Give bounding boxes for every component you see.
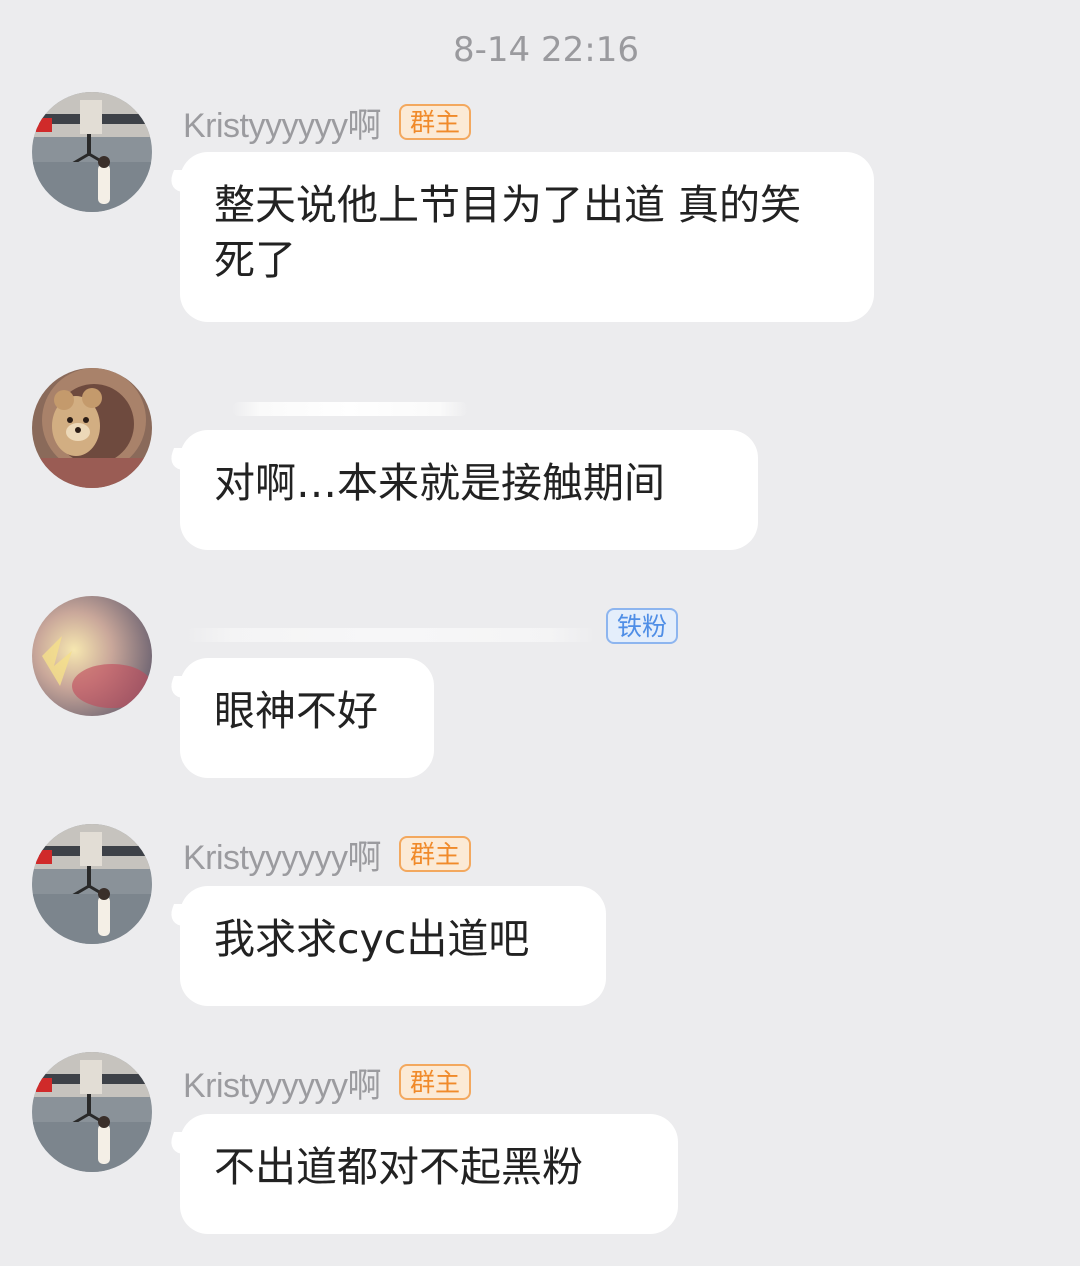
fan-badge: 铁粉 [606, 608, 679, 644]
sender-name[interactable]: Kristyyyyyy啊 [183, 830, 382, 879]
avatar-bear[interactable] [32, 368, 152, 488]
group-owner-badge: 群主 [399, 104, 472, 140]
message-bubble[interactable]: 对啊…本来就是接触期间 [180, 430, 758, 550]
hidden-sender-name [186, 628, 596, 642]
avatar-image [32, 596, 152, 716]
avatar-image [32, 368, 152, 488]
group-owner-badge: 群主 [399, 836, 472, 872]
sender-name[interactable]: Kristyyyyyy啊 [183, 98, 382, 147]
chat-window: 8-14 22:16 Kristyyyyyy啊 群主 整天说他上节目为了出道 真… [0, 0, 1080, 1266]
avatar-image [32, 824, 152, 944]
message-bubble[interactable]: 眼神不好 [180, 658, 434, 778]
message-bubble[interactable]: 整天说他上节目为了出道 真的笑死了 [180, 152, 874, 322]
avatar-kristy[interactable] [32, 824, 152, 944]
avatar-image [32, 1052, 152, 1172]
avatar-image [32, 92, 152, 212]
avatar-kristy[interactable] [32, 1052, 152, 1172]
avatar-blurred[interactable] [32, 596, 152, 716]
sender-name[interactable]: Kristyyyyyy啊 [183, 1058, 382, 1107]
message-bubble[interactable]: 我求求cyc出道吧 [180, 886, 606, 1006]
avatar-kristy[interactable] [32, 92, 152, 212]
group-owner-badge: 群主 [399, 1064, 472, 1100]
message-bubble[interactable]: 不出道都对不起黑粉 [180, 1114, 678, 1234]
hidden-sender-name [232, 402, 468, 416]
message-timestamp: 8-14 22:16 [453, 30, 639, 70]
